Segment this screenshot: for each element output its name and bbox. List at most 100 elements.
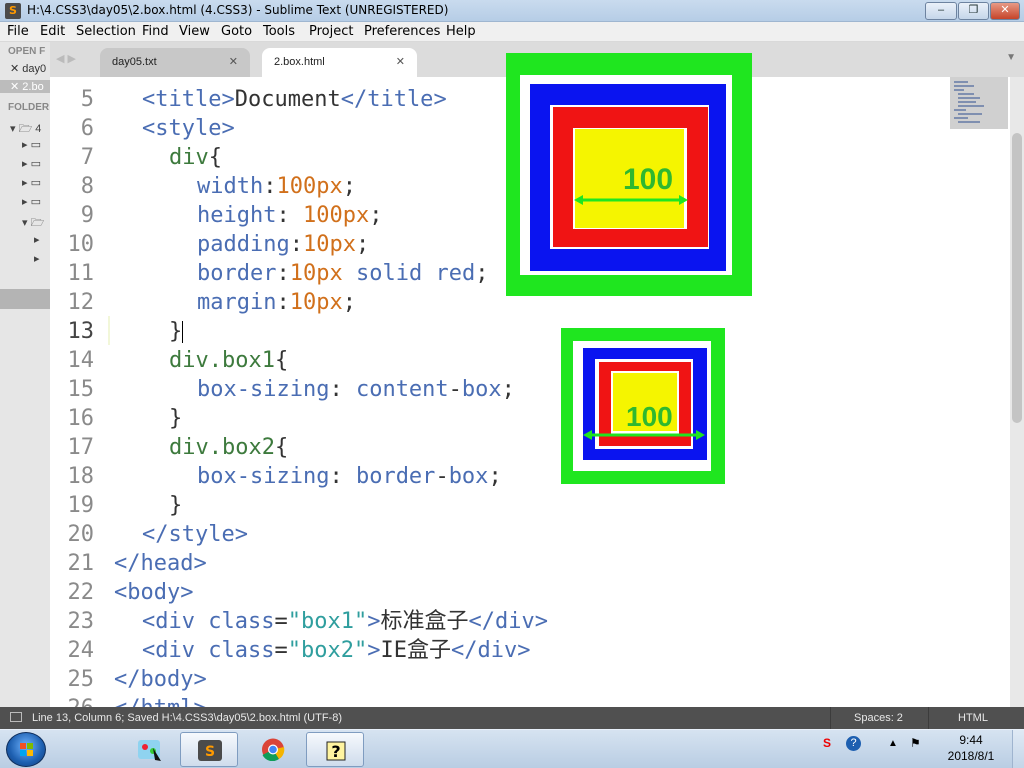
paint-icon (138, 740, 161, 761)
expand-arrow-icon[interactable]: ▾ (10, 123, 16, 135)
expand-arrow-icon[interactable]: ▸ (34, 253, 40, 265)
chrome-icon (262, 738, 285, 761)
start-button[interactable] (6, 732, 46, 767)
menu-tools[interactable]: Tools (263, 24, 295, 39)
line-number: 18 (67, 464, 95, 489)
folder-item[interactable]: ▸ ▭ (22, 157, 41, 170)
line-number: 20 (67, 522, 95, 547)
line-number: 6 (80, 116, 94, 141)
close-file-icon[interactable]: ✕ (10, 81, 19, 93)
menu-edit[interactable]: Edit (40, 24, 65, 39)
menu-preferences[interactable]: Preferences (364, 24, 440, 39)
taskbar-sublime-text[interactable]: S (180, 732, 238, 767)
line-number: 10 (67, 232, 95, 257)
code-line-21: </head> (114, 551, 207, 576)
line-number-gutter: 5 6 7 8 9 10 11 12 13 14 15 16 17 18 19 20 21 22 23 24 25 26 (50, 77, 108, 707)
show-hidden-icons-icon[interactable]: ▲ (888, 738, 898, 749)
folder-item[interactable]: ▸ ▭ (22, 195, 41, 208)
folder-item[interactable]: ▸ ▭ (22, 176, 41, 189)
minimap-line (954, 109, 966, 111)
folders-heading: FOLDER (8, 102, 50, 113)
tab-nav-arrows[interactable]: ◀ ▶ (56, 52, 76, 65)
taskbar-help-app[interactable]: ? (306, 732, 364, 767)
tab-close-icon[interactable]: ✕ (229, 55, 238, 68)
expand-arrow-icon[interactable]: ▸ (22, 196, 28, 208)
line-number: 19 (67, 493, 95, 518)
box-model-demo-content-box: 100 (506, 53, 752, 296)
folder-icon: ▭ (30, 158, 41, 170)
tab-overflow-icon[interactable]: ▼ (1006, 52, 1016, 63)
expand-arrow-icon[interactable]: ▸ (22, 177, 28, 189)
menu-file[interactable]: File (7, 24, 29, 39)
tab-2-box-html[interactable]: 2.box.html ✕ (262, 48, 417, 77)
line-number: 22 (67, 580, 95, 605)
width-label: 100 (623, 163, 674, 196)
syntax-selector[interactable]: HTML (958, 712, 988, 724)
menu-project[interactable]: Project (309, 24, 353, 39)
width-label: 100 (626, 401, 673, 432)
open-file-day05[interactable]: ✕ day0 (10, 62, 46, 75)
folder-item-open[interactable]: ▾ 🗁 (22, 214, 44, 233)
folder-icon: ▭ (30, 139, 41, 151)
subfolder-item[interactable]: ▸ (34, 252, 40, 265)
menu-selection[interactable]: Selection (76, 24, 136, 39)
clock-time: 9:44 (959, 733, 983, 747)
sublime-text-icon: S (198, 740, 222, 761)
tab-close-icon[interactable]: ✕ (396, 55, 405, 68)
minimap-line (954, 85, 974, 87)
network-icon[interactable]: ⚑ (910, 736, 921, 750)
svg-text:?: ? (331, 742, 340, 761)
folder-icon: ▭ (30, 177, 41, 189)
help-tray-icon[interactable]: ? (846, 736, 861, 751)
panel-toggle-icon[interactable] (10, 712, 22, 722)
line-number: 21 (67, 551, 95, 576)
code-line-22: <body> (114, 580, 194, 605)
tab-day05-txt[interactable]: day05.txt ✕ (100, 48, 250, 77)
code-line-16: } (169, 406, 183, 431)
minimap-line (958, 97, 980, 99)
scrollbar-thumb[interactable] (1012, 133, 1022, 423)
line-number: 25 (67, 667, 95, 692)
menu-view[interactable]: View (179, 24, 210, 39)
minimize-button[interactable]: ‒ (925, 2, 957, 20)
minimap[interactable] (950, 77, 1010, 707)
folder-root[interactable]: ▾ 🗁 4 (10, 120, 41, 139)
taskbar-paint-app[interactable] (120, 732, 178, 767)
minimap-line (958, 121, 980, 123)
close-file-icon[interactable]: ✕ (10, 63, 19, 75)
minimap-line (958, 105, 984, 107)
menu-goto[interactable]: Goto (221, 24, 252, 39)
expand-arrow-icon[interactable]: ▸ (22, 158, 28, 170)
open-file-2-box[interactable]: ✕ 2.bo (0, 80, 50, 93)
show-desktop-button[interactable] (1012, 730, 1024, 768)
line-number: 17 (67, 435, 95, 460)
status-text: Line 13, Column 6; Saved H:\4.CSS3\day05… (32, 712, 342, 724)
sidebar-splitter[interactable] (0, 289, 50, 309)
taskbar-chrome[interactable] (244, 732, 302, 767)
sogou-input-icon[interactable]: S (823, 736, 831, 750)
folder-item[interactable]: ▸ ▭ (22, 138, 41, 151)
minimap-line (958, 93, 974, 95)
code-line-25: </body> (114, 667, 207, 692)
code-line-18: box-sizing: border-box; (197, 464, 502, 489)
code-line-26: </html> (114, 694, 207, 707)
line-number: 26 (50, 694, 95, 707)
code-line-13: } (169, 319, 184, 344)
subfolder-item[interactable]: ▸ (34, 233, 40, 246)
taskbar-clock[interactable]: 9:44 2018/8/1 (936, 732, 1006, 764)
expand-arrow-icon[interactable]: ▸ (34, 234, 40, 246)
maximize-button[interactable]: ❐ (958, 2, 989, 20)
folder-icon: 🗁 (18, 123, 33, 135)
menu-find[interactable]: Find (142, 24, 169, 39)
line-number: 11 (67, 261, 95, 286)
code-line-11: border:10px solid red; (197, 261, 489, 286)
sublime-app-icon: S (5, 3, 21, 19)
menu-help[interactable]: Help (446, 24, 476, 39)
help-icon: ? (326, 741, 346, 761)
taskbar: S ? S ? ▲ ⚑ 9:44 2018/8/1 (0, 729, 1024, 768)
indentation-selector[interactable]: Spaces: 2 (854, 712, 903, 724)
expand-arrow-icon[interactable]: ▾ (22, 217, 28, 229)
expand-arrow-icon[interactable]: ▸ (22, 139, 28, 151)
close-button[interactable]: ✕ (990, 2, 1020, 20)
vertical-scrollbar[interactable] (1010, 77, 1024, 707)
